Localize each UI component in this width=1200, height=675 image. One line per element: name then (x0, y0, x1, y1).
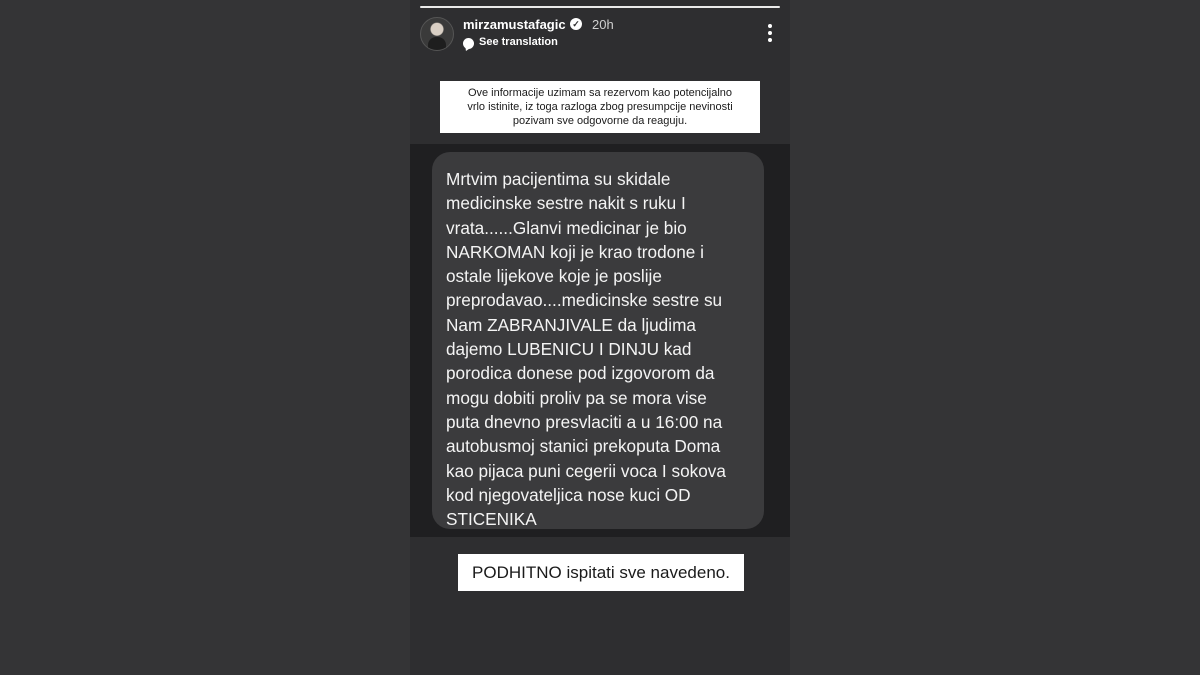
message-bubble: Mrtvim pacijentima su skidale medicinske… (432, 152, 764, 529)
story-progress-bar (420, 6, 780, 8)
message-line: NARKOMAN koji je krao trodone i (446, 241, 704, 262)
caption-line: pozivam sve odgovorne da reaguju. (512, 115, 688, 127)
progress-segment (420, 6, 780, 8)
message-line: ostale lijekove koje je poslije (446, 266, 662, 287)
message-line: autobusmoj stanici prekoputa Doma (446, 436, 721, 457)
caption-line: vrlo istinite, iz toga razloga zbog pres… (467, 101, 733, 113)
message-line: puta dnevno presvlaciti a u 16:00 na (446, 411, 723, 432)
message-line: kao pijaca puni cegerii voca I sokova (446, 460, 726, 481)
avatar[interactable] (420, 17, 454, 51)
message-screenshot: Mrtvim pacijentima su skidale medicinske… (410, 144, 790, 537)
message-line: preprodavao....medicinske sestre su (446, 290, 723, 311)
story-header: mirzamustafagic ✓ 20h See translation (410, 14, 790, 54)
message-line: vrata......Glanvi medicinar je bio (446, 217, 687, 238)
username-link[interactable]: mirzamustafagic (463, 17, 566, 32)
post-time: 20h (592, 17, 614, 32)
bottom-text-box: PODHITNO ispitati sve navedeno. (458, 554, 744, 591)
verified-badge-icon: ✓ (570, 18, 582, 30)
story-viewer[interactable]: mirzamustafagic ✓ 20h See translation Ov… (410, 0, 790, 675)
see-translation-button[interactable]: See translation (479, 36, 558, 48)
message-line: dajemo LUBENICU I DINJU kad (446, 339, 692, 360)
caption-line: Ove informacije uzimam sa rezervom kao p… (467, 87, 733, 99)
more-options-icon[interactable] (768, 24, 772, 42)
translate-icon[interactable] (463, 38, 474, 49)
caption-text-box: Ove informacije uzimam sa rezervom kao p… (440, 81, 760, 133)
message-line: porodica donese pod izgovorom da (446, 363, 715, 384)
message-line: medicinske sestre nakit s ruku I (446, 193, 686, 214)
message-line: Nam ZABRANJIVALE da ljudima (446, 314, 696, 335)
message-line: kod njegovateljica nose kuci OD (446, 484, 691, 505)
message-line: mogu dobiti proliv pa se mora vise (446, 387, 707, 408)
message-line: Mrtvim pacijentima su skidale (446, 169, 671, 189)
message-line: STICENIKA (446, 509, 537, 530)
